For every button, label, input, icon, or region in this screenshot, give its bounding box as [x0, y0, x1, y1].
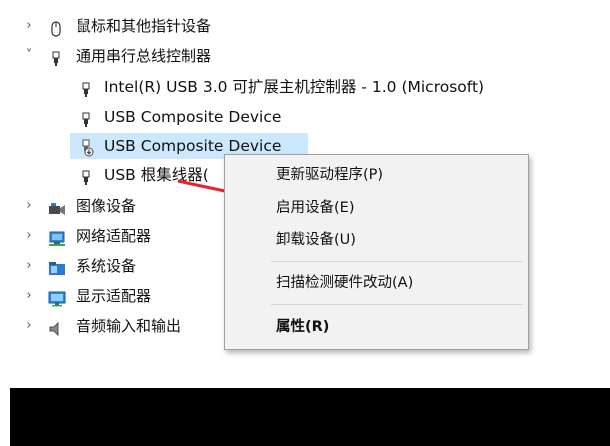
menu-item-label: 更新驱动程序(P) — [276, 167, 384, 183]
menu-item-scan-hardware[interactable]: 扫描检测硬件改动(A) — [225, 268, 528, 298]
menu-item-properties[interactable]: 属性(R) — [225, 312, 528, 342]
menu-item-label: 属性(R) — [276, 319, 330, 335]
menu-item-update-driver[interactable]: 更新驱动程序(P) — [225, 160, 528, 190]
menu-separator — [271, 261, 523, 262]
menu-item-label: 启用设备(E) — [276, 200, 355, 216]
context-menu: 更新驱动程序(P) 启用设备(E) 卸载设备(U) 扫描检测硬件改动(A) 属性… — [224, 154, 529, 350]
menu-item-uninstall-device[interactable]: 卸载设备(U) — [225, 225, 528, 255]
menu-item-label: 卸载设备(U) — [276, 232, 356, 248]
menu-item-enable-device[interactable]: 启用设备(E) — [225, 193, 528, 223]
menu-separator — [271, 304, 523, 305]
menu-item-label: 扫描检测硬件改动(A) — [276, 275, 414, 291]
black-bar — [10, 388, 610, 446]
